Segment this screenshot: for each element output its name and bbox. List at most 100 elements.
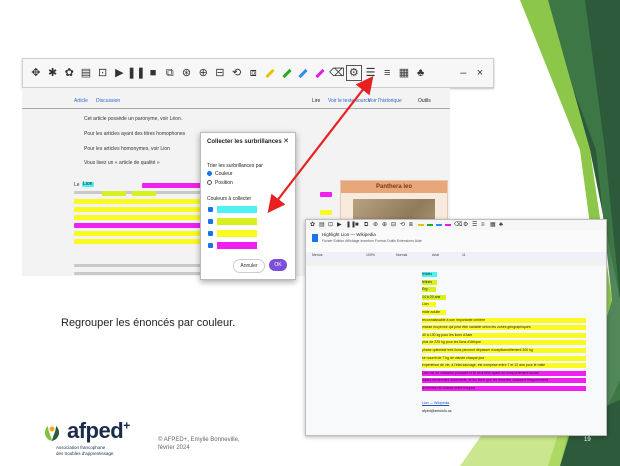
hatnote-2: Pour les articles ayant des titres homop… (84, 131, 186, 137)
doc-highlighter-green-icon[interactable] (427, 224, 433, 226)
doc-stop-icon[interactable]: ■ (355, 222, 361, 228)
doc-screenshot-icon[interactable]: ⧉ (364, 222, 370, 228)
google-doc-window: ✿ ▤ ⊡ ▶ ❚❚ ■ ⧉ ⊛ ⊕ ⊟ ⟲ ⧈ ⌫ ⚙ ☰ ≡ ▦ ♣ Highlight Lion — Wik… (305, 219, 607, 436)
doc-line: Lion est un chasseur puissant et le seul… (422, 370, 586, 376)
doc-search-icon[interactable]: ⊛ (373, 222, 379, 228)
footer-credit: © AFPED+, Emylie Bonneville, février 2024 (158, 437, 240, 451)
highlighter-yellow-icon[interactable] (263, 66, 277, 80)
doc-header: Highlight Lion — Wikipedia Fichier Éditi… (306, 230, 606, 252)
doc-collect-highlights-icon[interactable]: ⚙ (463, 222, 469, 228)
intro-lion-word: Lion (83, 181, 93, 187)
screenshot-icon[interactable]: ⧉ (163, 66, 177, 80)
pause-icon[interactable]: ❚❚ (127, 66, 145, 80)
doc-fit-icon[interactable]: ⊡ (328, 222, 334, 228)
fit-icon[interactable]: ⊡ (96, 66, 110, 80)
style-select[interactable]: Normal (396, 253, 407, 257)
play-icon[interactable]: ▶ (113, 66, 127, 80)
minimize-icon[interactable]: – (456, 66, 470, 80)
doc-pause-icon[interactable]: ❚❚ (346, 222, 356, 228)
swatch-yellow (217, 230, 257, 237)
checkbox-yellow[interactable] (208, 231, 213, 236)
doc-line (422, 394, 512, 399)
highlighter-pink-icon[interactable] (313, 66, 327, 80)
doc-ocr-icon[interactable]: ⊟ (391, 222, 397, 228)
doc-line: afped@antoinfo.ca (422, 408, 452, 413)
intro-first-word: Le (74, 182, 80, 188)
voice-icon[interactable]: ♣ (414, 66, 428, 80)
ocr-icon[interactable]: ⊟ (213, 66, 227, 80)
ok-button[interactable]: OK (269, 259, 287, 271)
doc-highlighter-pink-icon[interactable] (445, 224, 451, 226)
hatnote-4: Vous lisez un « article de qualité » (84, 160, 160, 166)
close-icon[interactable]: × (473, 66, 487, 80)
tab-edit[interactable]: Voir le texte source (328, 98, 371, 104)
checkbox-cyan[interactable] (208, 207, 213, 212)
doc-line: phase optimiste très lions peuvent dépas… (422, 348, 586, 353)
search-icon[interactable]: ⊛ (180, 66, 194, 80)
tab-discussion[interactable]: Discussion (96, 98, 120, 104)
doc-line: masse moyenne qui peut être variable sel… (422, 325, 586, 331)
tab-history[interactable]: Voir l'historique (368, 98, 402, 104)
doc-loop-icon[interactable]: ⟲ (400, 222, 406, 228)
stop-icon[interactable]: ■ (146, 66, 160, 80)
notes-icon[interactable]: ▦ (397, 66, 411, 80)
doc-translate-icon[interactable]: ⧈ (409, 222, 415, 228)
doc-highlighter-yellow-icon[interactable] (418, 224, 424, 226)
doc-line: plus de 225 kg pour les lions d'Afrique (422, 340, 586, 346)
doc-notes-icon[interactable]: ▦ (490, 222, 496, 228)
tab-article[interactable]: Article (74, 98, 88, 104)
doc-zoom-icon[interactable]: ⊕ (382, 222, 388, 228)
doc-flower-icon[interactable]: ✿ (310, 222, 316, 228)
doc-voice-icon[interactable]: ♣ (499, 222, 505, 228)
radio-position[interactable] (207, 180, 212, 185)
tab-tools[interactable]: Outils (418, 98, 431, 104)
pin-icon[interactable]: ✱ (46, 66, 60, 80)
doc-play-icon[interactable]: ▶ (337, 222, 343, 228)
checkbox-magenta[interactable] (208, 243, 213, 248)
leaf-icon (44, 426, 60, 441)
move-icon[interactable]: ✥ (29, 66, 43, 80)
radio-color[interactable] (207, 171, 212, 176)
radio-position-label: Position (215, 180, 233, 186)
dialog-close-icon[interactable]: ✕ (283, 137, 289, 145)
menus-button[interactable]: Menus (312, 253, 323, 257)
doc-line: mâle adulte (422, 310, 447, 315)
doc-line: félinés (422, 279, 438, 285)
highlighter-blue-icon[interactable] (297, 66, 311, 80)
zoom-icon[interactable]: ⊕ (196, 66, 210, 80)
doc-title[interactable]: Highlight Lion — Wikipedia (322, 232, 376, 237)
afped-logo: afped+ Association francophone des troubl… (40, 417, 150, 463)
doc-eraser-icon[interactable]: ⌫ (454, 222, 462, 228)
doc-text-icon[interactable]: ≡ (481, 222, 487, 228)
docs-icon (312, 234, 318, 242)
colors-label: Couleurs à collecter (207, 196, 252, 202)
loop-icon[interactable]: ⟲ (230, 66, 244, 80)
font-size[interactable]: 11 (462, 253, 466, 257)
doc-vocabulary-icon[interactable]: ☰ (472, 222, 478, 228)
doc-menu-icon[interactable]: ▤ (319, 222, 325, 228)
doc-line: se nourrit de 7 kg de viande chaque jour (422, 355, 586, 361)
doc-menu[interactable]: Fichier Édition Affichage Insertion Form… (322, 239, 422, 243)
tabs-underline (22, 108, 450, 109)
cancel-button[interactable]: Annuler (233, 259, 265, 273)
doc-line: Lion — Wikipédia (422, 401, 450, 406)
logo-subtitle: Association francophone des troubles d'ap… (56, 445, 114, 456)
doc-highlighter-blue-icon[interactable] (436, 224, 442, 226)
swatch-cyan (217, 206, 257, 213)
tab-read[interactable]: Lire (312, 98, 320, 104)
collect-highlights-icon[interactable]: ⚙ (345, 65, 362, 81)
translate-icon[interactable]: ⧈ (246, 66, 260, 80)
checkbox-lime[interactable] (208, 219, 213, 224)
format-toolbar: Menus 100% Normal Arial 11 (306, 252, 606, 260)
sort-label: Trier les surbrillances par (207, 163, 263, 169)
eraser-icon[interactable]: ⌫ (329, 66, 345, 80)
highlighter-green-icon[interactable] (280, 66, 294, 80)
flower-icon[interactable]: ✿ (62, 66, 76, 80)
vocabulary-icon[interactable]: ☰ (364, 66, 378, 80)
menu-icon[interactable]: ▤ (79, 66, 93, 80)
text-icon[interactable]: ≡ (380, 66, 394, 80)
swatch-lime (217, 218, 257, 225)
font-select[interactable]: Arial (432, 253, 439, 257)
zoom-select[interactable]: 100% (366, 253, 375, 257)
reading-toolbar: ✥ ✱ ✿ ▤ ⊡ ▶ ❚❚ ■ ⧉ ⊛ ⊕ ⊟ ⟲ ⧈ ⌫ ⚙ ☰ ≡ ▦ ♣ – × (22, 58, 494, 88)
